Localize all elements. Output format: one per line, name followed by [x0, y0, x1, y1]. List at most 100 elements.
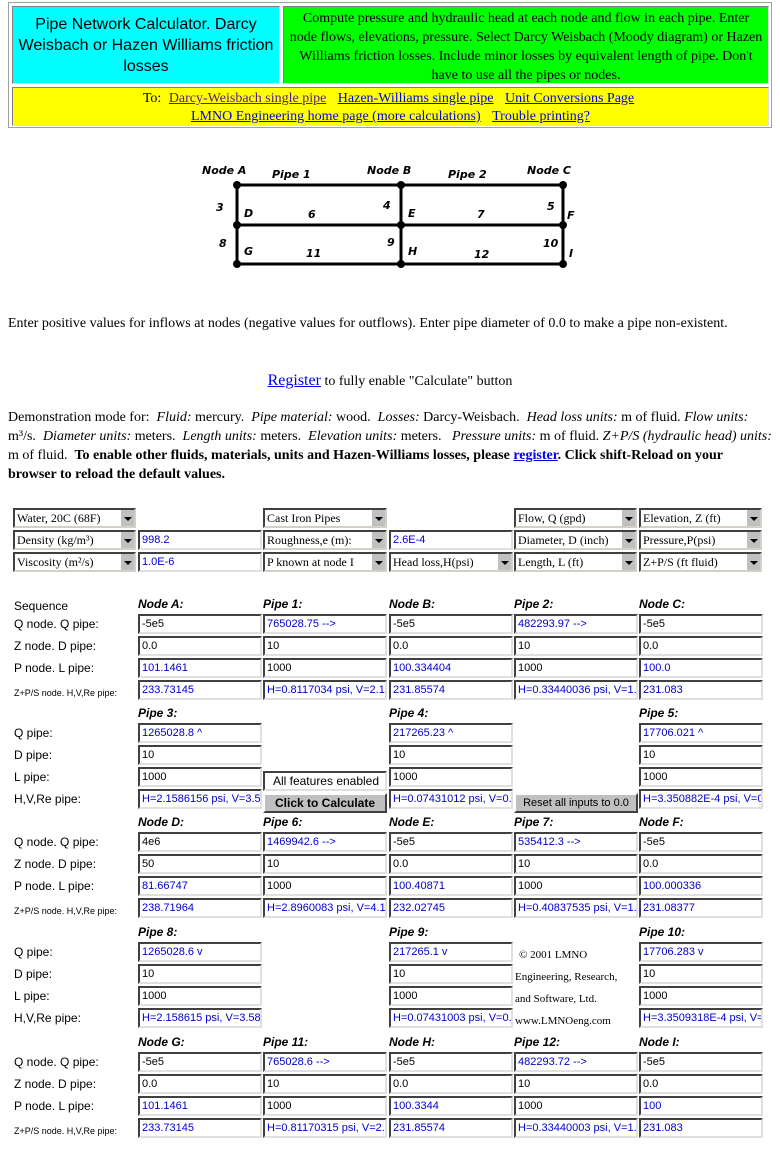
node-field[interactable]: 0.0 — [639, 636, 763, 656]
register-link-2[interactable]: register — [513, 448, 557, 463]
pipe-field[interactable]: H=0.40837535 psi, V=1. — [514, 898, 638, 918]
calculate-button[interactable]: Click to Calculate — [263, 793, 387, 813]
pipe-field[interactable]: 10 — [639, 964, 763, 984]
node-field[interactable]: 0.0 — [389, 636, 513, 656]
node-field[interactable]: 0.0 — [389, 1074, 513, 1094]
node-field[interactable]: 4e6 — [138, 832, 262, 852]
link-trouble-printing[interactable]: Trouble printing? — [492, 109, 590, 124]
pipe-field[interactable]: 10 — [138, 745, 262, 765]
pipe-field[interactable]: 10 — [514, 636, 638, 656]
pipe-field[interactable]: H=0.07431012 psi, V=0. — [389, 789, 513, 809]
density-select[interactable]: Density (kg/m³) — [13, 530, 136, 550]
link-darcy-weisbach[interactable]: Darcy-Weisbach single pipe — [169, 91, 326, 106]
pipe-field[interactable]: 1469942.6 --> — [263, 832, 387, 852]
pipe-field[interactable]: 217265.23 ^ — [389, 723, 513, 743]
fluid-select[interactable]: Water, 20C (68F) — [13, 508, 136, 528]
pipe-field[interactable]: H=2.8960083 psi, V=4.1 — [263, 898, 387, 918]
flow-units-select[interactable]: Flow, Q (gpd) — [514, 508, 637, 528]
hydraulic-head-units-select[interactable]: Z+P/S (ft fluid) — [639, 552, 762, 572]
node-field[interactable]: 100.40871 — [389, 876, 513, 896]
pipe-field[interactable]: 765028.6 --> — [263, 1052, 387, 1072]
pipe-field[interactable]: H=0.33440003 psi, V=1. — [514, 1118, 638, 1138]
viscosity-input[interactable]: 1.0E-6 — [138, 552, 262, 572]
pipe-field[interactable]: 17706.021 ^ — [639, 723, 763, 743]
node-field[interactable]: 50 — [138, 854, 262, 874]
link-hazen-williams[interactable]: Hazen-Williams single pipe — [338, 91, 494, 106]
node-field[interactable]: 0.0 — [138, 1074, 262, 1094]
node-field[interactable]: -5e5 — [639, 1052, 763, 1072]
pipe-field[interactable]: 1000 — [639, 767, 763, 787]
pipe-field[interactable]: 17706.283 v — [639, 942, 763, 962]
node-field[interactable]: 101.1461 — [138, 658, 262, 678]
node-field[interactable]: 0.0 — [639, 1074, 763, 1094]
pressure-known-node-select[interactable]: P known at node I — [263, 552, 387, 572]
pipe-field[interactable]: 1000 — [263, 876, 387, 896]
pipe-field[interactable]: H=3.350882E-4 psi, V=0 — [639, 789, 763, 809]
node-field[interactable]: 100.3344 — [389, 1096, 513, 1116]
pipe-field[interactable]: H=0.33440036 psi, V=1. — [514, 680, 638, 700]
pipe-field[interactable]: 10 — [263, 854, 387, 874]
node-field[interactable]: -5e5 — [389, 614, 513, 634]
pipe-field[interactable]: 765028.75 --> — [263, 614, 387, 634]
pipe-field[interactable]: 482293.72 --> — [514, 1052, 638, 1072]
pipe-material-select[interactable]: Cast Iron Pipes — [263, 508, 387, 528]
length-units-select[interactable]: Length, L (ft) — [514, 552, 637, 572]
pipe-field[interactable]: 1000 — [263, 1096, 387, 1116]
node-field[interactable]: 232.02745 — [389, 898, 513, 918]
roughness-select[interactable]: Roughness,e (m): — [263, 530, 387, 550]
node-field[interactable]: 231.85574 — [389, 1118, 513, 1138]
pipe-field[interactable]: H=0.07431003 psi, V=0. — [389, 1008, 513, 1028]
node-field[interactable]: 233.73145 — [138, 1118, 262, 1138]
pipe-field[interactable]: 1000 — [389, 767, 513, 787]
node-field[interactable]: 238.71964 — [138, 898, 262, 918]
node-field[interactable]: 100.334404 — [389, 658, 513, 678]
pipe-field[interactable]: H=2.1586156 psi, V=3.5 — [138, 789, 262, 809]
node-field[interactable]: 0.0 — [138, 636, 262, 656]
node-field[interactable]: 231.083 — [639, 680, 763, 700]
node-field[interactable]: -5e5 — [138, 1052, 262, 1072]
pipe-field[interactable]: H=3.3509318E-4 psi, V= — [639, 1008, 763, 1028]
node-field[interactable]: -5e5 — [639, 614, 763, 634]
node-field[interactable]: 231.85574 — [389, 680, 513, 700]
pipe-field[interactable]: 1265028.8 ^ — [138, 723, 262, 743]
node-field[interactable]: 100.0 — [639, 658, 763, 678]
headloss-units-select[interactable]: Head loss,H(psi) — [389, 552, 513, 572]
pipe-field[interactable]: 10 — [138, 964, 262, 984]
link-unit-conversions[interactable]: Unit Conversions Page — [505, 91, 634, 106]
pipe-field[interactable]: 10 — [514, 854, 638, 874]
pipe-field[interactable]: 1000 — [263, 658, 387, 678]
pipe-field[interactable]: 10 — [639, 745, 763, 765]
node-field[interactable]: -5e5 — [389, 832, 513, 852]
node-field[interactable]: 0.0 — [639, 854, 763, 874]
link-lmno-home[interactable]: LMNO Engineering home page (more calcula… — [191, 109, 481, 124]
node-field[interactable]: 100 — [639, 1096, 763, 1116]
node-field[interactable]: 231.08377 — [639, 898, 763, 918]
node-field[interactable]: 101.1461 — [138, 1096, 262, 1116]
node-field[interactable]: -5e5 — [639, 832, 763, 852]
pressure-units-select[interactable]: Pressure,P(psi) — [639, 530, 762, 550]
viscosity-select[interactable]: Viscosity (m²/s) — [13, 552, 136, 572]
node-field[interactable]: 231.083 — [639, 1118, 763, 1138]
pipe-field[interactable]: 1000 — [639, 986, 763, 1006]
node-field[interactable]: 100.000336 — [639, 876, 763, 896]
pipe-field[interactable]: 10 — [514, 1074, 638, 1094]
node-field[interactable]: 81.66747 — [138, 876, 262, 896]
diameter-units-select[interactable]: Diameter, D (inch) — [514, 530, 637, 550]
node-field[interactable]: 0.0 — [389, 854, 513, 874]
pipe-field[interactable]: 10 — [389, 964, 513, 984]
node-field[interactable]: -5e5 — [138, 614, 262, 634]
pipe-field[interactable]: 1000 — [514, 876, 638, 896]
pipe-field[interactable]: 482293.97 --> — [514, 614, 638, 634]
pipe-field[interactable]: H=0.81170315 psi, V=2. — [263, 1118, 387, 1138]
pipe-field[interactable]: 10 — [263, 1074, 387, 1094]
node-field[interactable]: -5e5 — [389, 1052, 513, 1072]
pipe-field[interactable]: 217265.1 v — [389, 942, 513, 962]
pipe-field[interactable]: 1000 — [389, 986, 513, 1006]
pipe-field[interactable]: 1000 — [514, 1096, 638, 1116]
pipe-field[interactable]: 1265028.6 v — [138, 942, 262, 962]
density-input[interactable]: 998.2 — [138, 530, 262, 550]
pipe-field[interactable]: 1000 — [138, 767, 262, 787]
pipe-field[interactable]: 1000 — [514, 658, 638, 678]
reset-button[interactable]: Reset all inputs to 0.0 — [514, 793, 638, 813]
node-field[interactable]: 233.73145 — [138, 680, 262, 700]
